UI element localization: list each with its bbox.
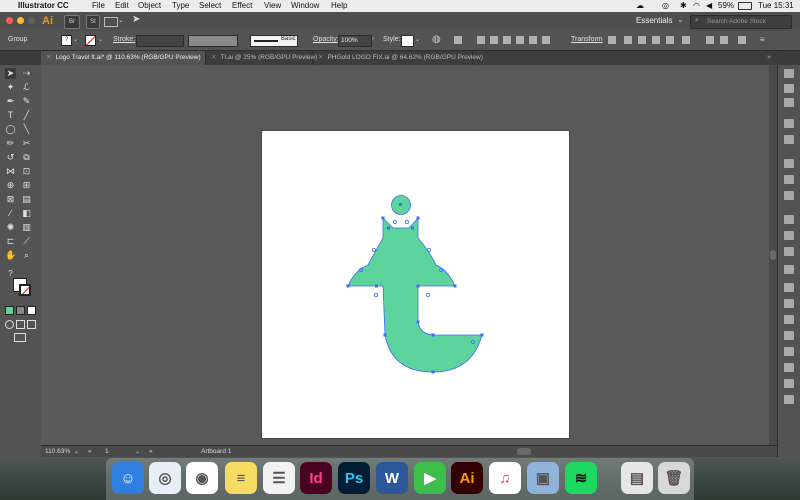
indesign-icon[interactable]: Id (300, 462, 332, 494)
panel-dock (777, 65, 800, 457)
status-tool-name[interactable]: Artboard 1 (201, 448, 231, 455)
preview-icon[interactable]: ▣ (527, 462, 559, 494)
illustrator-icon[interactable]: Ai (451, 462, 483, 494)
artboard-next-icon[interactable]: » (149, 448, 153, 455)
artboard-prev-icon[interactable]: « (88, 448, 92, 455)
logo-t-shape[interactable] (347, 216, 483, 373)
paragraph-panel-icon[interactable] (784, 395, 794, 404)
properties-panel-icon[interactable] (784, 69, 794, 78)
color-guide-panel-icon[interactable] (784, 119, 794, 128)
trash-icon[interactable]: 🗑 (658, 462, 690, 494)
zoom-chevron-icon[interactable]: ⌄ (74, 448, 79, 455)
appearance-panel-icon[interactable] (784, 265, 794, 274)
spotify-icon[interactable]: ≋ (565, 462, 597, 494)
artboard-number[interactable]: 1 (105, 448, 109, 455)
artboards-panel-icon[interactable] (784, 299, 794, 308)
symbols-panel-icon[interactable] (784, 175, 794, 184)
pathfinder-panel-icon[interactable] (784, 363, 794, 372)
horizontal-scrollbar-thumb[interactable] (517, 448, 531, 455)
align-panel-icon[interactable] (784, 331, 794, 340)
transparency-panel-icon[interactable] (784, 247, 794, 256)
notes-icon[interactable]: ≡ (225, 462, 257, 494)
transform-panel-icon[interactable] (784, 347, 794, 356)
logo-artwork[interactable] (0, 0, 800, 500)
graphic-styles-panel-icon[interactable] (784, 191, 794, 200)
zoom-level[interactable]: 110.63% (45, 448, 70, 455)
vertical-scrollbar-thumb[interactable] (770, 250, 776, 260)
layers-panel-icon[interactable] (784, 283, 794, 292)
swatches-panel-icon[interactable] (784, 135, 794, 144)
stroke-panel-icon[interactable] (784, 215, 794, 224)
photoshop-icon[interactable]: Ps (338, 462, 370, 494)
libraries-panel-icon[interactable] (784, 84, 794, 93)
safari-icon[interactable]: ◎ (149, 462, 181, 494)
chrome-icon[interactable]: ◉ (186, 462, 218, 494)
brushes-panel-icon[interactable] (784, 159, 794, 168)
finder-icon[interactable]: ☺ (112, 462, 144, 494)
artboard-chevron-icon[interactable]: ⌄ (135, 448, 140, 455)
character-panel-icon[interactable] (784, 379, 794, 388)
facetime-icon[interactable]: ▶ (414, 462, 446, 494)
asset-export-panel-icon[interactable] (784, 315, 794, 324)
itunes-icon[interactable]: ♫ (489, 462, 521, 494)
reminders-icon[interactable]: ☰ (263, 462, 295, 494)
word-icon[interactable]: W (376, 462, 408, 494)
documents-folder-icon[interactable]: ▤ (621, 462, 653, 494)
gradient-panel-icon[interactable] (784, 231, 794, 240)
color-panel-icon[interactable] (784, 98, 794, 107)
